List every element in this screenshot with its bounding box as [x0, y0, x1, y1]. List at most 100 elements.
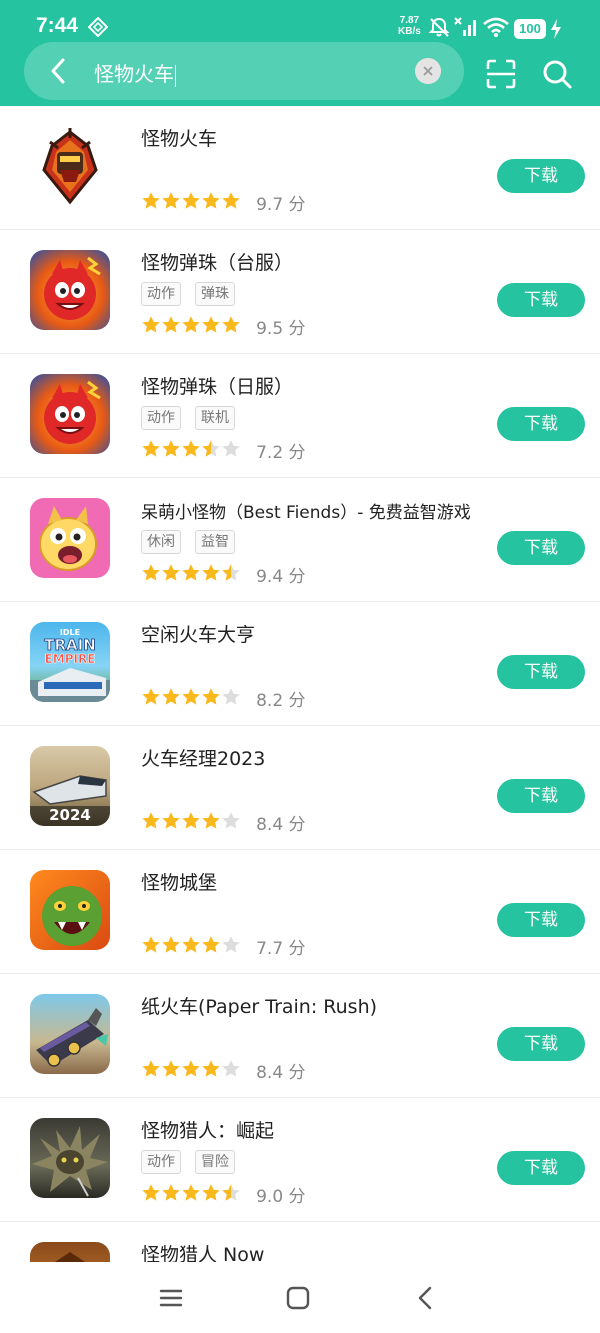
list-item[interactable]: 2024 火车经理2023 8.4 分 下载: [0, 726, 600, 850]
star-icon: [162, 1059, 180, 1077]
tag[interactable]: 动作: [141, 406, 181, 430]
download-button[interactable]: 下载: [497, 655, 585, 689]
star-icon: [202, 687, 220, 705]
app-name[interactable]: 火车经理2023: [141, 744, 265, 771]
star-icon: [182, 191, 200, 209]
app-icon-monster-castle[interactable]: [30, 870, 110, 950]
app-score: 8.4 分: [256, 1063, 306, 1083]
idle-train-empire-logo-icon: IDLE TRAIN EMPIRE: [30, 628, 110, 702]
notifications-off-icon: [428, 17, 450, 37]
tag[interactable]: 动作: [141, 1150, 181, 1174]
star-icon: [222, 687, 240, 705]
app-name[interactable]: 纸火车(Paper Train: Rush): [141, 992, 377, 1019]
star-icon: [202, 1059, 220, 1077]
search-results-list[interactable]: 怪物火车 9.7 分 下载 怪物弹珠（台服） 动作 弹珠 9.5 分 下载 怪物…: [0, 106, 600, 1262]
app-name[interactable]: 怪物城堡: [141, 868, 217, 895]
download-button[interactable]: 下载: [497, 283, 585, 317]
tag-list: 动作 冒险: [141, 1150, 249, 1174]
download-button[interactable]: 下载: [497, 159, 585, 193]
list-item[interactable]: 怪物火车 9.7 分 下载: [0, 106, 600, 230]
app-icon-best-fiends[interactable]: [30, 498, 110, 578]
tag[interactable]: 益智: [195, 530, 235, 554]
wifi-icon: [483, 17, 509, 37]
list-item[interactable]: 怪物弹珠（日服） 动作 联机 7.2 分 下载: [0, 354, 600, 478]
list-item[interactable]: 纸火车(Paper Train: Rush) 8.4 分 下载: [0, 974, 600, 1098]
vpn-icon: [88, 17, 108, 37]
app-icon-idle-train-empire[interactable]: IDLE TRAIN EMPIRE: [30, 622, 110, 702]
download-button[interactable]: 下载: [497, 903, 585, 937]
no-signal-icon: [454, 17, 476, 36]
app-icon-train-manager[interactable]: 2024: [30, 746, 110, 826]
app-icon-monster-hunter-rise[interactable]: [30, 1118, 110, 1198]
status-time: 7:44: [36, 14, 79, 37]
home-icon[interactable]: [284, 1284, 312, 1312]
app-icon-monster-strike-tw[interactable]: [30, 250, 110, 330]
stars-svg: [142, 1059, 240, 1077]
app-score: 9.4 分: [256, 567, 306, 587]
list-item[interactable]: IDLE TRAIN EMPIRE 空闲火车大亨 8.2 分 下载: [0, 602, 600, 726]
search-input[interactable]: 怪物火车: [94, 58, 176, 87]
app-score: 8.2 分: [256, 691, 306, 711]
search-icon[interactable]: [541, 58, 573, 90]
list-item[interactable]: 呆萌小怪物（Best Fiends）- 免费益智游戏 休闲 益智 9.4 分 下载: [0, 478, 600, 602]
download-button[interactable]: 下载: [497, 407, 585, 441]
app-name[interactable]: 怪物弹珠（日服）: [141, 372, 293, 399]
list-item[interactable]: 怪物弹珠（台服） 动作 弹珠 9.5 分 下载: [0, 230, 600, 354]
star-icon: [202, 439, 220, 457]
star-icon: [202, 811, 220, 829]
app-icon-monster-train[interactable]: [30, 126, 110, 206]
rating: 8.2 分: [141, 686, 306, 711]
star-icon: [182, 315, 200, 333]
tag[interactable]: 弹珠: [195, 282, 235, 306]
star-icon: [142, 191, 160, 209]
scan-icon[interactable]: [486, 59, 516, 89]
tag[interactable]: 联机: [195, 406, 235, 430]
tag[interactable]: 动作: [141, 282, 181, 306]
tag[interactable]: 休闲: [141, 530, 181, 554]
tag[interactable]: 冒险: [195, 1150, 235, 1174]
clear-icon[interactable]: [415, 58, 441, 84]
monster-strike-character-icon: [44, 380, 101, 444]
star-icon: [182, 439, 200, 457]
star-rating: [141, 687, 241, 711]
star-icon: [162, 935, 180, 953]
rating: 8.4 分: [141, 810, 306, 835]
back-icon[interactable]: [412, 1284, 440, 1312]
star-icon: [222, 1183, 240, 1201]
search-box[interactable]: 怪物火车: [24, 42, 464, 100]
app-name[interactable]: 怪物猎人 Now: [141, 1240, 264, 1262]
menu-icon[interactable]: [157, 1284, 185, 1312]
app-name[interactable]: 呆萌小怪物（Best Fiends）- 免费益智游戏: [141, 498, 471, 523]
download-button[interactable]: 下载: [497, 779, 585, 813]
app-icon-paper-train[interactable]: [30, 994, 110, 1074]
star-icon: [222, 935, 240, 953]
train-manager-logo-icon: 2024: [30, 775, 110, 826]
star-icon: [222, 563, 240, 581]
rating: 8.4 分: [141, 1058, 306, 1083]
star-icon: [222, 811, 240, 829]
download-button[interactable]: 下载: [497, 1027, 585, 1061]
net-speed: 7.87 KB/s: [398, 15, 421, 37]
rating: 9.5 分: [141, 314, 306, 339]
list-item[interactable]: 怪物猎人 Now: [0, 1222, 600, 1262]
download-button[interactable]: 下载: [497, 531, 585, 565]
app-name[interactable]: 空闲火车大亨: [141, 620, 255, 647]
app-score: 7.2 分: [256, 443, 306, 463]
stars-svg: [142, 563, 240, 581]
star-icon: [162, 1183, 180, 1201]
stars-svg: [142, 811, 240, 829]
list-item[interactable]: 怪物猎人：崛起 动作 冒险 9.0 分 下载: [0, 1098, 600, 1222]
list-item[interactable]: 怪物城堡 7.7 分 下载: [0, 850, 600, 974]
app-icon-monster-hunter-now[interactable]: [30, 1242, 110, 1262]
star-icon: [182, 935, 200, 953]
star-rating: [141, 315, 241, 339]
star-icon: [202, 315, 220, 333]
app-icon-monster-strike-jp[interactable]: [30, 374, 110, 454]
back-icon[interactable]: [42, 54, 76, 88]
download-button[interactable]: 下载: [497, 1151, 585, 1185]
app-name[interactable]: 怪物猎人：崛起: [141, 1116, 274, 1143]
app-score: 8.4 分: [256, 815, 306, 835]
app-name[interactable]: 怪物火车: [141, 124, 217, 151]
star-icon: [162, 315, 180, 333]
app-name[interactable]: 怪物弹珠（台服）: [141, 248, 293, 275]
